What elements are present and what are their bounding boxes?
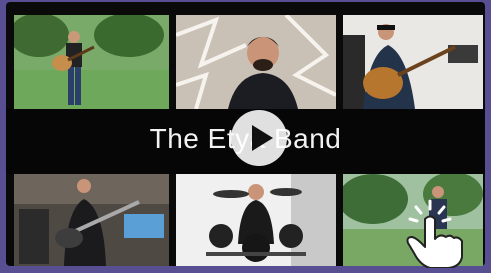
video-tile-bass-player: [14, 174, 169, 266]
hand-pointer-icon: [400, 197, 470, 269]
video-tile-drummer: [176, 174, 336, 266]
video-tile-singer: [176, 15, 336, 109]
bass-player-scene: [14, 174, 169, 266]
singer-scene: [176, 15, 336, 109]
guitarist-park-scene: [14, 15, 169, 109]
video-tile-oud-player: [343, 15, 483, 109]
drummer-scene: [176, 174, 336, 266]
play-button[interactable]: [231, 110, 287, 166]
video-thumbnail-frame[interactable]: The Etya Band: [0, 0, 491, 269]
video-tile-guitarist-park: [14, 15, 169, 109]
play-icon: [252, 125, 273, 151]
oud-player-scene: [343, 15, 483, 109]
